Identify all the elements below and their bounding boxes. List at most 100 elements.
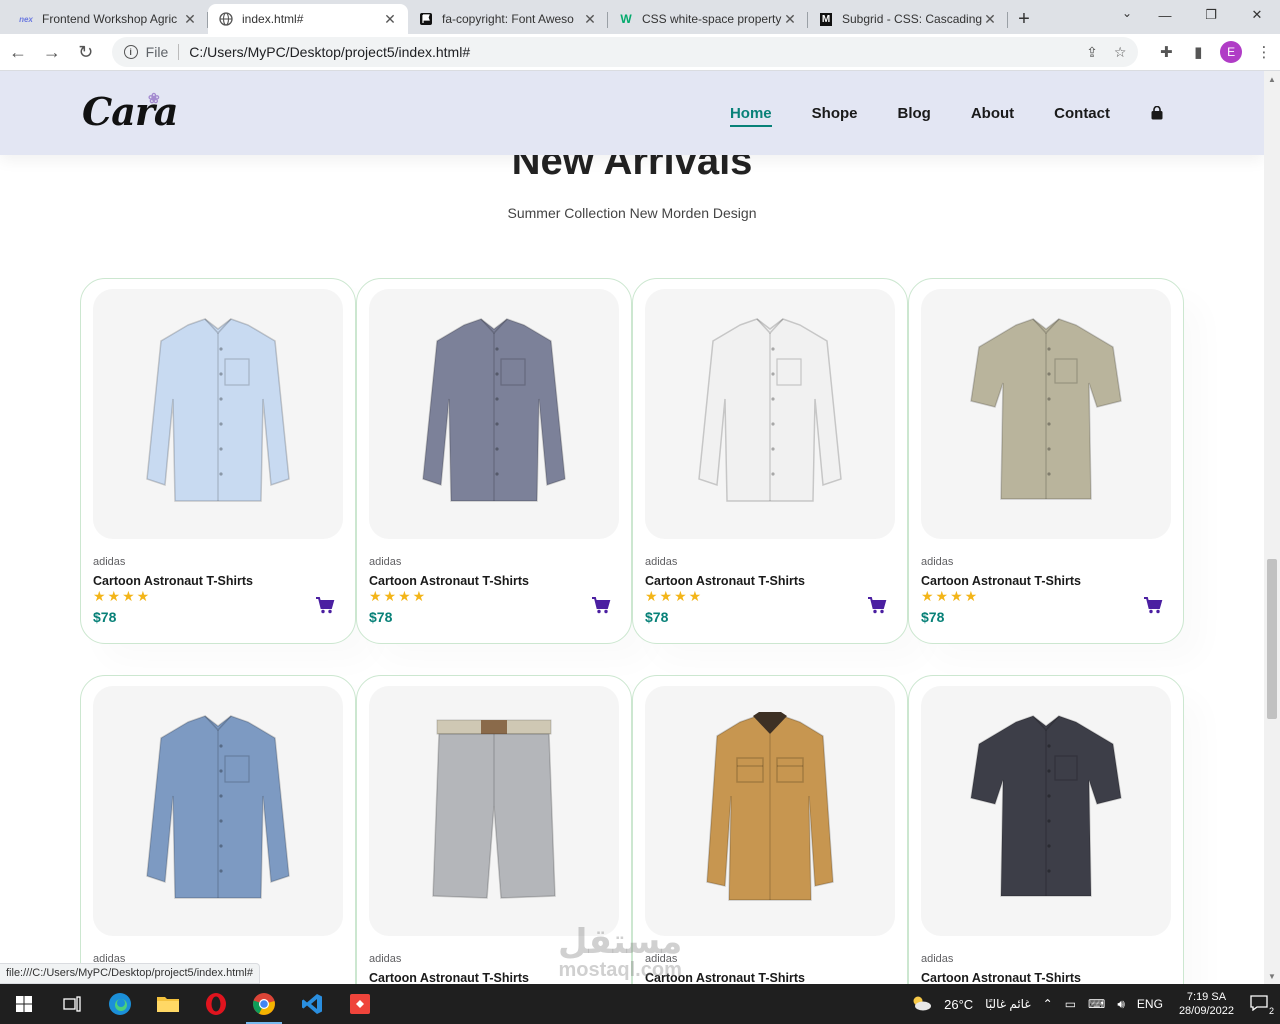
- tab-search-icon[interactable]: ⌄: [1122, 6, 1132, 20]
- add-to-cart-icon[interactable]: [1143, 596, 1163, 614]
- nav-blog[interactable]: Blog: [898, 105, 931, 122]
- tray-chevron-up-icon[interactable]: ⌃: [1043, 997, 1053, 1011]
- product-image[interactable]: [369, 686, 619, 936]
- browser-tab[interactable]: fa-copyright: Font Aweso ✕: [408, 4, 608, 34]
- clock[interactable]: 7:19 SA 28/09/2022: [1179, 990, 1234, 1018]
- product-image[interactable]: [369, 289, 619, 539]
- product-price: $78: [93, 609, 117, 625]
- forward-button[interactable]: →: [36, 36, 68, 68]
- browser-tab[interactable]: W CSS white-space property ✕: [608, 4, 808, 34]
- product-card[interactable]: adidasCartoon Astronaut T-Shirts★★★★$78: [80, 675, 356, 984]
- reload-button[interactable]: ↻: [70, 36, 102, 68]
- product-card[interactable]: adidasCartoon Astronaut T-Shirts★★★★$78: [908, 278, 1184, 644]
- scroll-up-arrow-icon[interactable]: ▲: [1264, 71, 1280, 87]
- address-bar[interactable]: i File C:/Users/MyPC/Desktop/project5/in…: [111, 37, 1139, 67]
- omnibox-divider: [178, 44, 180, 60]
- restore-button[interactable]: ❐: [1188, 0, 1234, 30]
- tab-favicon-icon: M: [819, 12, 833, 26]
- task-view-icon[interactable]: [48, 984, 96, 1024]
- product-card[interactable]: adidasCartoon Astronaut T-Shirts★★★★$78: [80, 278, 356, 644]
- product-name: Cartoon Astronaut T-Shirts: [921, 971, 1081, 984]
- extensions-puzzle-icon[interactable]: ✚: [1150, 36, 1182, 68]
- browser-tab[interactable]: nex Frontend Workshop Agric ✕: [8, 4, 208, 34]
- product-card[interactable]: adidasCartoon Astronaut T-Shirts★★★★$78: [356, 278, 632, 644]
- browser-tab[interactable]: index.html# ✕: [208, 4, 408, 34]
- logo-text: Cara: [82, 89, 179, 134]
- product-image[interactable]: [921, 686, 1171, 936]
- vscode-icon[interactable]: [288, 984, 336, 1024]
- star-rating-icon: ★★★★: [921, 588, 980, 604]
- product-image[interactable]: [645, 686, 895, 936]
- minimize-button[interactable]: —: [1142, 0, 1188, 30]
- product-card[interactable]: adidasCartoon Astronaut T-Shirts★★★★$78: [632, 278, 908, 644]
- volume-icon[interactable]: 🔊︎: [1117, 997, 1125, 1012]
- page-scrollbar[interactable]: ▲ ▼: [1264, 71, 1280, 984]
- product-card[interactable]: adidasCartoon Astronaut T-Shirts★★★★$78: [908, 675, 1184, 984]
- tab-close-icon[interactable]: ✕: [582, 11, 598, 28]
- product-brand: adidas: [921, 953, 954, 965]
- page-viewport: Cara ❀ Home Shope Blog About Contact New…: [0, 71, 1264, 984]
- product-brand: adidas: [369, 556, 402, 568]
- add-to-cart-icon[interactable]: [591, 596, 611, 614]
- nav-shop[interactable]: Shope: [812, 105, 858, 122]
- tab-favicon-icon: [418, 11, 434, 27]
- profile-avatar[interactable]: E: [1220, 41, 1243, 63]
- tab-title: CSS white-space property: [642, 12, 782, 26]
- product-image[interactable]: [93, 289, 343, 539]
- windows-start-icon[interactable]: [0, 984, 48, 1024]
- window-controls: — ❐ ✕: [1142, 0, 1280, 30]
- site-info-icon[interactable]: i: [123, 45, 138, 59]
- file-explorer-icon[interactable]: [144, 984, 192, 1024]
- nav-about[interactable]: About: [971, 105, 1014, 122]
- weather-description[interactable]: غائم غالبًا: [985, 997, 1030, 1011]
- watermark: مستقل mostaql.com: [558, 925, 682, 982]
- tab-close-icon[interactable]: ✕: [782, 11, 798, 28]
- star-rating-icon: ★★★★: [645, 588, 704, 604]
- bookmark-star-icon[interactable]: ☆: [1114, 44, 1127, 61]
- product-image[interactable]: [93, 686, 343, 936]
- scrollbar-thumb[interactable]: [1267, 559, 1277, 719]
- product-image[interactable]: [921, 289, 1171, 539]
- share-icon[interactable]: ⇪: [1086, 44, 1098, 61]
- site-header: Cara ❀ Home Shope Blog About Contact: [0, 71, 1264, 155]
- weather-cloud-icon[interactable]: [910, 995, 932, 1014]
- product-price: $78: [921, 609, 945, 625]
- watermark-arabic: مستقل: [558, 923, 683, 961]
- menu-kebab-icon[interactable]: ⋮: [1248, 36, 1280, 68]
- tab-close-icon[interactable]: ✕: [382, 11, 398, 28]
- star-rating-icon: ★★★★: [93, 588, 152, 604]
- side-panel-icon[interactable]: ▮: [1182, 36, 1214, 68]
- product-image[interactable]: [645, 289, 895, 539]
- scroll-down-arrow-icon[interactable]: ▼: [1264, 968, 1280, 984]
- notification-center-icon[interactable]: 2: [1250, 994, 1274, 1016]
- input-language[interactable]: ENG: [1137, 997, 1163, 1011]
- shopping-bag-icon[interactable]: [1150, 105, 1164, 120]
- tab-close-icon[interactable]: ✕: [182, 11, 198, 28]
- edge-browser-icon[interactable]: [96, 984, 144, 1024]
- opera-browser-icon[interactable]: [192, 984, 240, 1024]
- anydesk-icon[interactable]: [336, 984, 384, 1024]
- site-logo[interactable]: Cara ❀: [82, 89, 179, 134]
- meet-now-icon[interactable]: ▭: [1065, 997, 1076, 1011]
- system-tray: 26°C غائم غالبًا ⌃ ▭ ⌨ 🔊︎ ENG 7:19 SA 28…: [904, 984, 1280, 1024]
- back-button[interactable]: ←: [2, 36, 34, 68]
- main-nav: Home Shope Blog About Contact: [690, 71, 1164, 155]
- nav-home[interactable]: Home: [729, 105, 772, 127]
- tab-close-icon[interactable]: ✕: [982, 11, 998, 28]
- network-icon[interactable]: ⌨: [1088, 997, 1105, 1011]
- browser-tab[interactable]: M Subgrid - CSS: Cascading ✕: [808, 4, 1008, 34]
- section-subtitle: Summer Collection New Morden Design: [507, 205, 757, 221]
- lavender-sprig-icon: ❀: [148, 91, 160, 107]
- new-tab-button[interactable]: +: [1008, 4, 1040, 34]
- chrome-browser-icon[interactable]: [240, 984, 288, 1024]
- url-text[interactable]: C:/Users/MyPC/Desktop/project5/index.htm…: [189, 44, 1070, 60]
- weather-temp[interactable]: 26°C: [944, 997, 973, 1012]
- product-name: Cartoon Astronaut T-Shirts: [645, 574, 805, 588]
- status-url-bubble: file:///C:/Users/MyPC/Desktop/project5/i…: [0, 963, 260, 984]
- nav-contact[interactable]: Contact: [1054, 105, 1110, 122]
- add-to-cart-icon[interactable]: [867, 596, 887, 614]
- browser-tab-bar: nex Frontend Workshop Agric ✕ index.html# ✕ f…: [0, 0, 1280, 34]
- tab-favicon-icon: [218, 11, 234, 27]
- add-to-cart-icon[interactable]: [315, 596, 335, 614]
- close-window-button[interactable]: ✕: [1234, 0, 1280, 30]
